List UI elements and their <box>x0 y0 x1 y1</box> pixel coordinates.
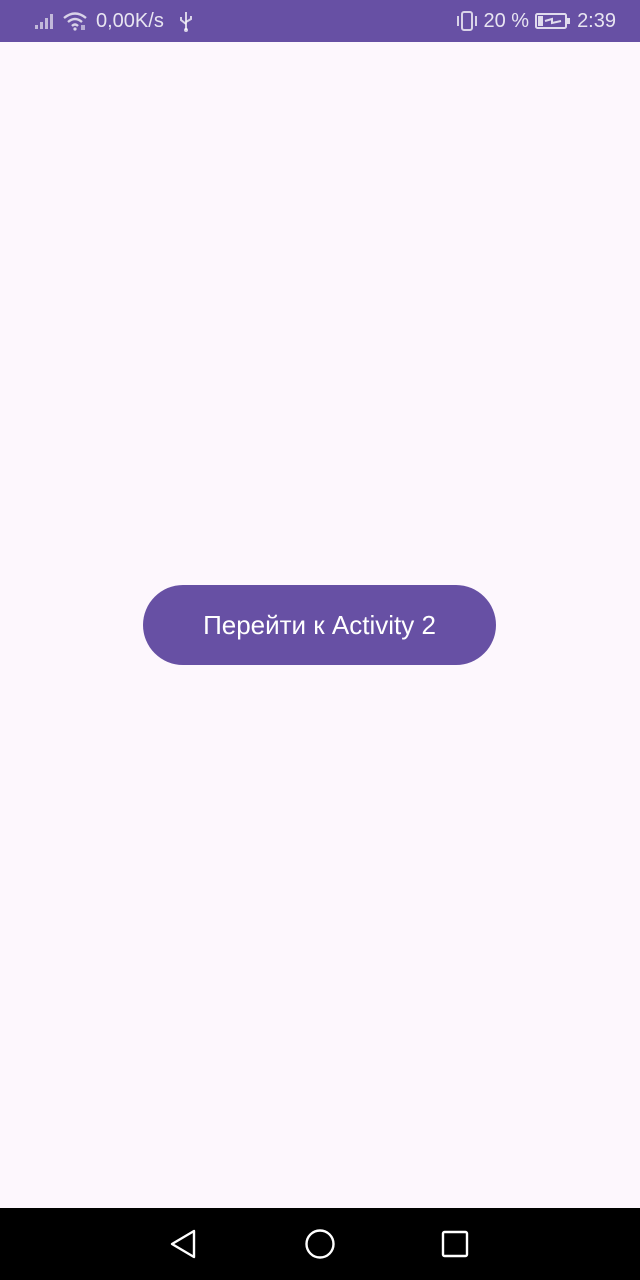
vibrate-icon <box>455 10 479 32</box>
main-content: Перейти к Activity 2 <box>0 42 640 1208</box>
wifi-icon <box>62 11 88 31</box>
battery-percent: 20 % <box>483 10 530 32</box>
network-speed: 0,00K/s <box>96 10 164 32</box>
recents-square-icon <box>440 1229 470 1259</box>
status-bar-right: 20 % 2:39 <box>455 0 616 42</box>
back-triangle-icon <box>168 1228 198 1260</box>
back-button[interactable] <box>143 1208 223 1280</box>
signal-bars-icon <box>34 12 56 30</box>
battery-charging-icon <box>535 12 571 30</box>
status-bar-left: 0,00K/s <box>34 0 194 42</box>
navigation-bar <box>0 1208 640 1280</box>
usb-icon <box>178 10 194 32</box>
go-to-activity-2-button[interactable]: Перейти к Activity 2 <box>143 585 496 665</box>
home-button[interactable] <box>280 1208 360 1280</box>
home-circle-icon <box>304 1228 336 1260</box>
recents-button[interactable] <box>415 1208 495 1280</box>
clock: 2:39 <box>577 10 616 32</box>
status-bar: 0,00K/s 20 % 2:39 <box>0 0 640 42</box>
